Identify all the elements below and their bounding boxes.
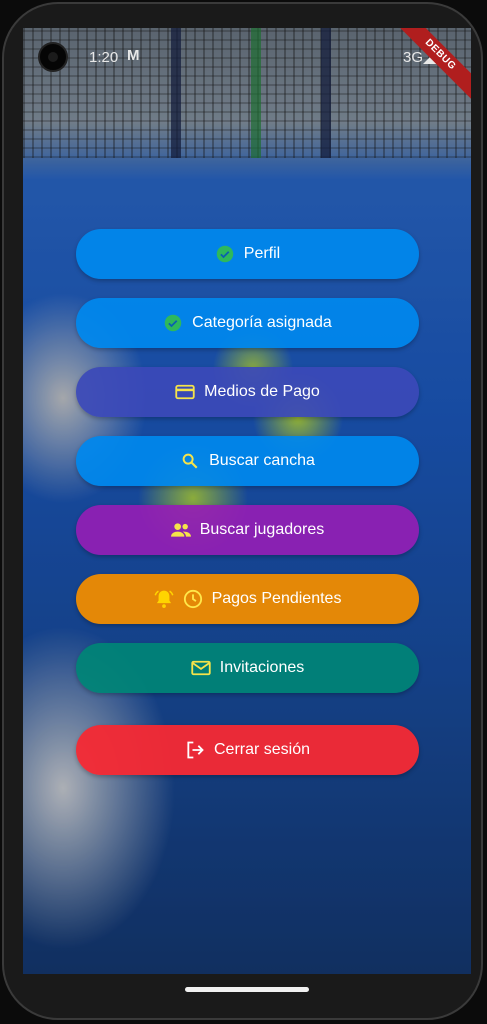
app-screen: 1:20 M 3G DEBUG Perfil Categoría asignad…	[23, 28, 471, 974]
padel-court-background-image	[23, 28, 471, 974]
credit-card-icon	[175, 382, 195, 402]
network-type: 3G	[402, 49, 423, 66]
perfil-button[interactable]: Perfil	[76, 229, 419, 279]
pagos-pendientes-label: Pagos Pendientes	[211, 590, 342, 607]
front-camera	[38, 42, 68, 72]
perfil-label: Perfil	[243, 245, 281, 262]
bell-icon	[154, 589, 174, 609]
status-time: 1:20	[89, 49, 119, 66]
logout-icon	[185, 740, 205, 760]
buscar-jugadores-label: Buscar jugadores	[199, 521, 325, 538]
invitaciones-button[interactable]: Invitaciones	[76, 643, 419, 693]
net-post	[321, 28, 331, 158]
pagos-pendientes-button[interactable]: Pagos Pendientes	[76, 574, 419, 624]
people-icon	[170, 520, 191, 540]
mail-icon	[191, 658, 211, 678]
check-circle-icon	[163, 313, 183, 333]
check-circle-icon	[215, 244, 235, 264]
gmail-notification-icon: M	[127, 47, 140, 64]
buscar-cancha-button[interactable]: Buscar cancha	[76, 436, 419, 486]
buscar-cancha-label: Buscar cancha	[209, 452, 315, 469]
search-icon	[180, 451, 200, 471]
cerrar-sesion-button[interactable]: Cerrar sesión	[76, 725, 419, 775]
buscar-jugadores-button[interactable]: Buscar jugadores	[76, 505, 419, 555]
medios-de-pago-button[interactable]: Medios de Pago	[76, 367, 419, 417]
phone-frame: 1:20 M 3G DEBUG Perfil Categoría asignad…	[0, 0, 487, 1024]
categoria-asignada-button[interactable]: Categoría asignada	[76, 298, 419, 348]
net-post	[251, 28, 261, 158]
invitaciones-label: Invitaciones	[219, 659, 305, 676]
medios-de-pago-label: Medios de Pago	[204, 383, 320, 400]
home-indicator[interactable]	[185, 987, 309, 992]
categoria-label: Categoría asignada	[192, 314, 332, 331]
court-net	[23, 28, 471, 158]
net-post	[171, 28, 181, 158]
cerrar-sesion-label: Cerrar sesión	[213, 741, 311, 758]
clock-icon	[183, 589, 203, 609]
